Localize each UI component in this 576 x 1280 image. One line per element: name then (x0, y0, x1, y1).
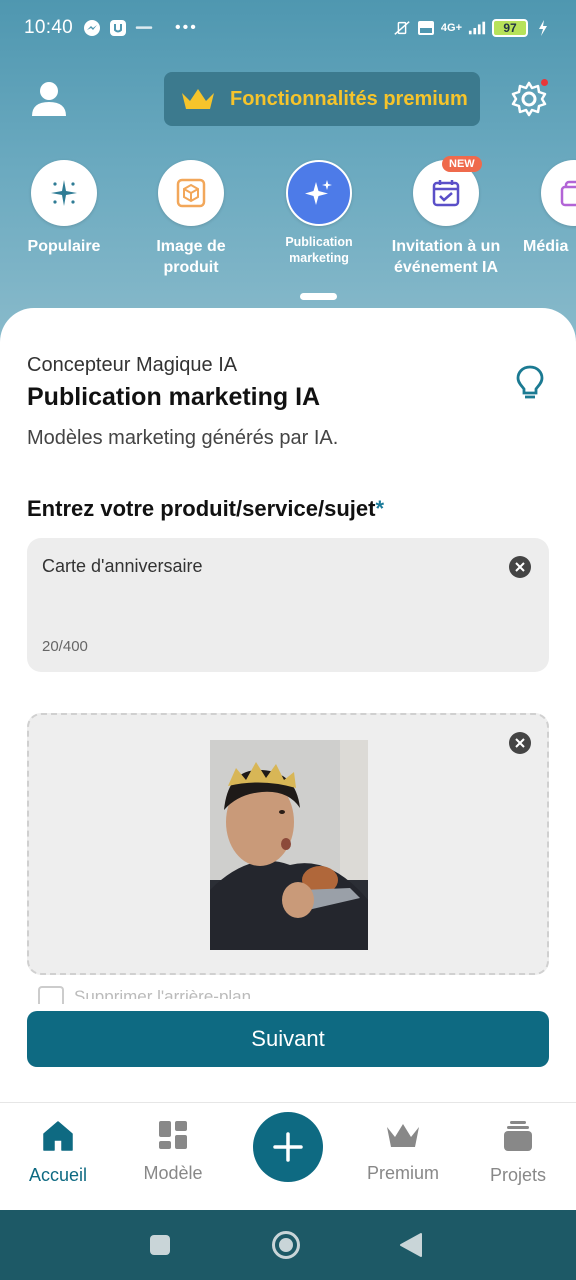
app-u-icon (109, 19, 127, 37)
card-overline: Concepteur Magique IA (27, 354, 238, 376)
nav-label: Premium (366, 1163, 439, 1183)
category-scroll-indicator (300, 293, 337, 300)
battery-indicator: 97 (492, 19, 528, 37)
nav-premium[interactable]: Premium (353, 1119, 453, 1184)
home-system-button[interactable] (271, 1230, 301, 1260)
subject-input[interactable]: Carte d'anniversaire 20/400 (27, 538, 549, 672)
notification-text-icon (135, 19, 153, 37)
premium-features-label: Fonctionnalités premium (230, 87, 468, 110)
category-populaire[interactable]: Populaire (0, 160, 129, 257)
close-icon (515, 562, 525, 572)
next-button[interactable]: Suivant (27, 1011, 549, 1067)
category-label: Image de produit (156, 238, 226, 276)
clear-input-button[interactable] (509, 556, 531, 578)
input-field-label: Entrez votre produit/service/sujet* (27, 496, 384, 522)
category-image-de-produit[interactable]: Image de produit (126, 160, 256, 278)
magic-sparkles-icon (305, 180, 332, 205)
required-asterisk: * (375, 496, 384, 521)
bottom-navigation: Accueil Modèle Premium Projets (0, 1102, 576, 1210)
remove-background-checkbox[interactable] (38, 986, 64, 1004)
page-title: Publication marketing IA (27, 383, 321, 411)
category-label: Publication marketing (285, 235, 353, 265)
crown-icon (387, 1124, 419, 1147)
settings-notification-dot (541, 79, 548, 86)
plus-icon (273, 1132, 303, 1162)
remove-image-button[interactable] (509, 732, 531, 754)
more-notifications-icon: ••• (175, 19, 198, 36)
close-icon (515, 738, 525, 748)
product-box-icon (176, 178, 206, 208)
square-icon (150, 1235, 170, 1255)
category-invitation-evenement[interactable]: NEW Invitation à un événement IA (381, 156, 511, 278)
vibrate-off-icon (393, 19, 411, 37)
premium-features-button[interactable]: Fonctionnalités premium (164, 72, 480, 126)
uploaded-photo (210, 740, 368, 950)
status-bar: 10:40 ••• 4G+ 97 (0, 0, 576, 56)
character-counter: 20/400 (42, 638, 88, 655)
nav-label: Projets (489, 1165, 547, 1185)
category-label: Populaire (27, 238, 101, 255)
category-media[interactable]: Média (508, 160, 576, 257)
user-icon (32, 82, 66, 116)
home-icon (43, 1121, 73, 1151)
network-type: 4G+ (440, 22, 462, 34)
status-time: 10:40 (24, 17, 74, 38)
remove-background-label: Supprimer l'arrière-plan (74, 987, 252, 999)
create-new-button[interactable] (253, 1112, 323, 1182)
category-label: Invitation à un événement IA (391, 238, 501, 276)
signal-icon (468, 19, 486, 37)
new-badge: NEW (442, 156, 482, 172)
image-gallery-icon (560, 180, 576, 207)
template-grid-icon (159, 1121, 187, 1149)
nav-modele[interactable]: Modèle (123, 1119, 223, 1184)
nav-label: Accueil (28, 1165, 88, 1185)
lightbulb-icon (516, 365, 544, 399)
volte-icon (417, 19, 435, 37)
tips-button[interactable] (514, 364, 546, 402)
category-label: Média (523, 238, 569, 255)
recent-apps-button[interactable] (145, 1230, 175, 1260)
category-publication-marketing[interactable]: Publication marketing (254, 160, 384, 266)
crown-icon (182, 89, 214, 109)
back-system-button[interactable] (396, 1230, 426, 1260)
system-navigation-bar (0, 1210, 576, 1280)
input-field-label-text: Entrez votre produit/service/sujet (27, 496, 376, 521)
nav-label: Modèle (143, 1163, 203, 1183)
sparkle-icon (51, 180, 77, 206)
projects-stack-icon (504, 1121, 532, 1151)
nav-projets[interactable]: Projets (468, 1119, 568, 1186)
calendar-check-icon (432, 180, 460, 207)
back-triangle-icon (400, 1233, 422, 1257)
profile-button[interactable] (28, 78, 70, 120)
circle-home-icon (272, 1231, 300, 1259)
charging-icon (534, 19, 552, 37)
page-description: Modèles marketing générés par IA. (27, 427, 339, 449)
nav-accueil[interactable]: Accueil (8, 1119, 108, 1186)
messenger-icon (83, 19, 101, 37)
image-upload-area[interactable] (27, 713, 549, 975)
subject-input-value[interactable]: Carte d'anniversaire (42, 556, 203, 577)
